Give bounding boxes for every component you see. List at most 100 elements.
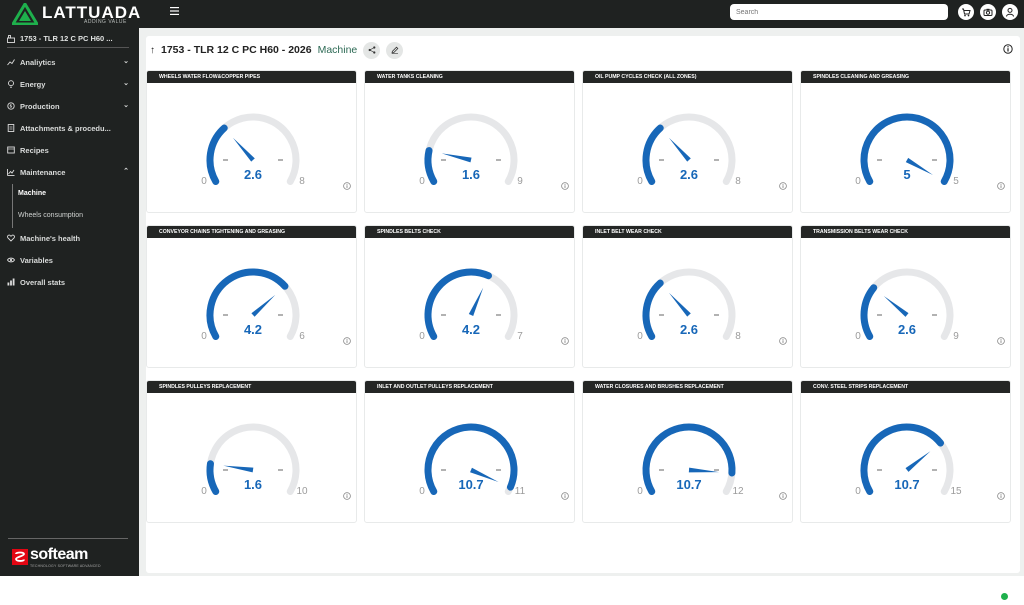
gauge-value-label: 2.6: [680, 167, 698, 182]
gauge-value-label: 1.6: [462, 167, 480, 182]
gauge-value-arc: [642, 124, 664, 185]
gauge-value-arc: [424, 147, 438, 185]
info-icon[interactable]: [779, 337, 787, 345]
gauge-chart: 2.6 0 8: [637, 113, 741, 187]
share-button[interactable]: [363, 41, 381, 59]
sidebar-subitem-machine[interactable]: Machine: [18, 190, 46, 197]
gauge-chart: 10.7 0 11: [419, 423, 526, 497]
sidebar-machine-selector[interactable]: 1753 - TLR 12 C PC H60 ...: [7, 34, 133, 43]
info-icon[interactable]: [343, 182, 351, 190]
gauge-min-label: 0: [637, 486, 643, 497]
chevron-down-icon: ⌄: [123, 102, 129, 109]
sidebar-item-analytics[interactable]: Analiytics ⌄: [7, 55, 133, 69]
page-subtitle: Machine: [317, 44, 358, 56]
info-icon[interactable]: [561, 337, 569, 345]
info-icon[interactable]: [561, 182, 569, 190]
sidebar-item-label: Recipes: [20, 145, 49, 155]
gauge-title: WATER CLOSURES AND BRUSHES REPLACEMENT: [583, 381, 792, 393]
gauge-max-label: 7: [517, 331, 523, 342]
gauge-min-label: 0: [201, 176, 207, 187]
info-icon[interactable]: [779, 182, 787, 190]
maintenance-icon: [7, 169, 15, 176]
gauge-value-label: 4.2: [462, 322, 480, 337]
gauge-min-label: 0: [201, 486, 207, 497]
gauge-value-label: 10.7: [458, 477, 483, 492]
gauge-value-label: 10.7: [894, 477, 919, 492]
info-icon[interactable]: [997, 337, 1005, 345]
info-icon[interactable]: [779, 492, 787, 500]
lattuada-logo-icon: [12, 3, 38, 25]
page-header: ↑ 1753 - TLR 12 C PC H60 - 2026 Machine: [150, 41, 404, 59]
machine-icon: [7, 34, 15, 43]
sidebar-item-energy[interactable]: Energy ⌄: [7, 77, 133, 91]
sidebar-item-maintenance[interactable]: Maintenance ⌃: [7, 165, 133, 179]
cart-icon: [962, 8, 971, 17]
svg-text:$: $: [10, 104, 13, 109]
chevron-down-icon: ⌄: [123, 58, 129, 65]
gauge-max-label: 9: [517, 176, 523, 187]
connection-status-dot: [1001, 593, 1008, 600]
gauge-value-label: 2.6: [244, 167, 262, 182]
gauge-needle: [441, 153, 472, 163]
gauge-max-label: 8: [735, 331, 741, 342]
sidebar-item-attachments[interactable]: Attachments & procedu...: [7, 121, 133, 135]
gauge-value-arc: [206, 124, 228, 185]
back-arrow-icon[interactable]: ↑: [150, 45, 155, 56]
chevron-up-icon: ⌃: [123, 168, 129, 175]
chevron-down-icon: ⌄: [123, 80, 129, 87]
gauge-max-label: 8: [735, 176, 741, 187]
search-input[interactable]: [730, 4, 948, 20]
gauge-needle: [251, 294, 276, 317]
sidebar-item-overall-stats[interactable]: Overall stats: [7, 275, 133, 289]
sidebar-item-label: Machine's health: [20, 233, 81, 243]
hamburger-icon[interactable]: [170, 7, 180, 17]
info-icon[interactable]: [343, 337, 351, 345]
gauge-value-label: 4.2: [244, 322, 262, 337]
page-info-icon[interactable]: [1003, 44, 1013, 54]
cart-button[interactable]: [958, 4, 974, 20]
gauge-title: SPINDLES CLEANING AND GREASING: [801, 71, 1010, 83]
gauge-value-label: 5: [903, 167, 910, 182]
info-icon[interactable]: [561, 492, 569, 500]
sidebar-item-recipes[interactable]: Recipes: [7, 143, 133, 157]
gauge-title: TRANSMISSION BELTS WEAR CHECK: [801, 226, 1010, 238]
sidebar-item-label: Production: [20, 101, 60, 111]
stats-icon: [7, 278, 15, 286]
gauge-needle: [905, 451, 931, 472]
gauge-max-label: 6: [299, 331, 305, 342]
gauge-chart: 10.7 0 12: [637, 423, 744, 497]
gauge-chart: 5 0 5: [855, 113, 959, 187]
info-icon[interactable]: [343, 492, 351, 500]
sidebar-item-variables[interactable]: Variables: [7, 253, 133, 267]
gauge-chart: 2.6 0 9: [855, 268, 959, 342]
gauge-needle: [883, 295, 909, 317]
gauge-min-label: 0: [201, 331, 207, 342]
camera-icon: [983, 8, 993, 16]
top-bar: LATTUADA ADDING VALUE: [0, 0, 1024, 28]
gauge-card: WHEELS WATER FLOW&COPPER PIPES 2.6 0 8: [146, 70, 357, 213]
sidebar-item-label: Attachments & procedu...: [20, 123, 111, 133]
bulb-icon: [8, 80, 14, 88]
sidebar-subitem-wheels-consumption[interactable]: Wheels consumption: [18, 212, 83, 219]
info-icon[interactable]: [997, 492, 1005, 500]
gauge-chart: 4.2 0 6: [201, 268, 305, 342]
gauge-needle: [468, 287, 484, 316]
gauge-min-label: 0: [419, 176, 425, 187]
info-icon[interactable]: [997, 182, 1005, 190]
gauge-min-label: 0: [855, 486, 861, 497]
edit-button[interactable]: [386, 41, 404, 59]
sidebar-machine-label: 1753 - TLR 12 C PC H60 ...: [20, 34, 113, 43]
sidebar-item-production[interactable]: $ Production ⌄: [7, 99, 133, 113]
gauge-chart: 1.6 0 9: [419, 113, 523, 187]
camera-button[interactable]: [980, 4, 996, 20]
sidebar-item-machines-health[interactable]: Machine's health: [7, 231, 133, 245]
gauge-title: SPINDLES PULLEYS REPLACEMENT: [147, 381, 356, 393]
user-button[interactable]: [1002, 4, 1018, 20]
sidebar: 1753 - TLR 12 C PC H60 ... Analiytics ⌄ …: [0, 28, 139, 576]
gauge-max-label: 15: [950, 486, 962, 497]
gauge-needle: [668, 137, 691, 162]
gauge-max-label: 10: [296, 486, 308, 497]
gauge-min-label: 0: [637, 331, 643, 342]
brand-tagline: ADDING VALUE: [84, 19, 127, 25]
brand-logo[interactable]: LATTUADA ADDING VALUE: [12, 2, 152, 26]
